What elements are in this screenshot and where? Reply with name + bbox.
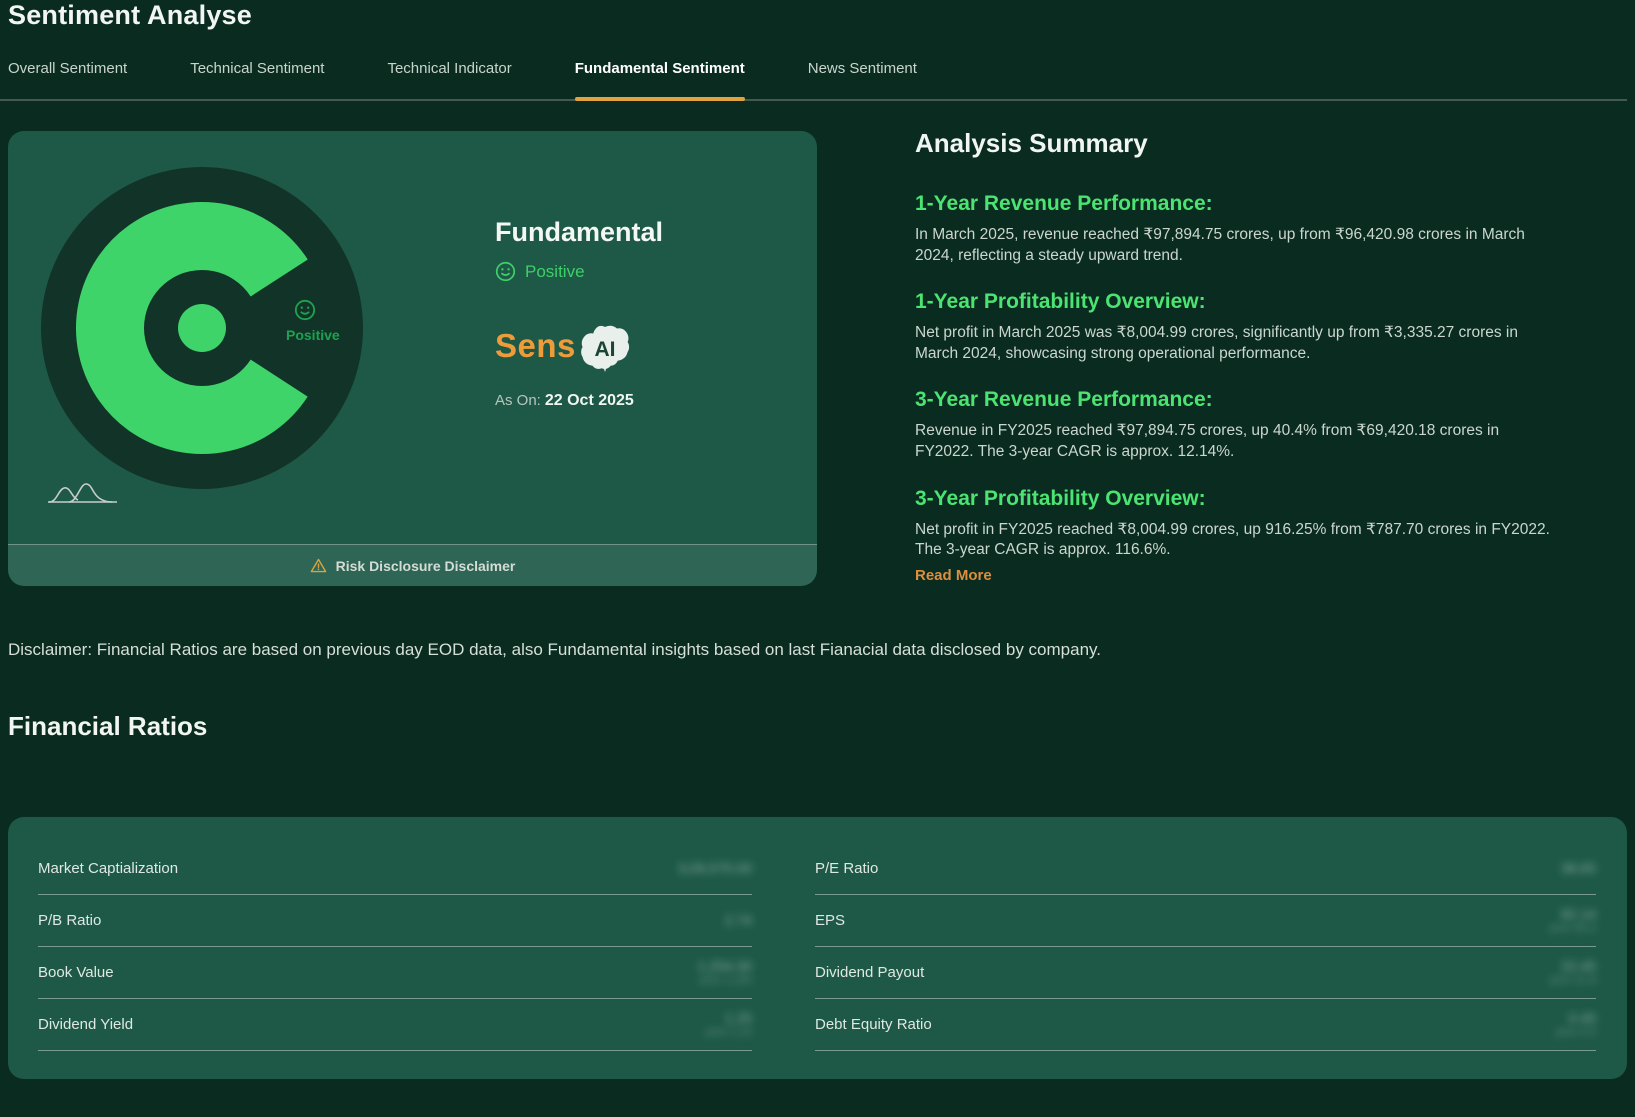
ratio-value-obscured: 38.65 xyxy=(1561,861,1596,876)
analysis-summary-title: Analysis Summary xyxy=(915,128,1560,159)
ratio-value-obscured: 22.45 xyxy=(1561,959,1596,974)
gauge-positive-indicator: Positive xyxy=(286,299,376,343)
ratio-subvalue-obscured: prev 1,180 xyxy=(700,974,752,986)
sentiment-status-label: Positive xyxy=(525,262,585,282)
sensai-logo: Sens AI xyxy=(495,322,663,370)
svg-text:AI: AI xyxy=(594,338,615,361)
smiley-icon xyxy=(294,299,316,321)
warning-triangle-icon xyxy=(310,557,327,574)
gauge-label: Positive xyxy=(286,327,340,343)
tab-fundamental-sentiment[interactable]: Fundamental Sentiment xyxy=(575,60,745,99)
risk-disclosure-label: Risk Disclosure Disclaimer xyxy=(336,558,516,574)
page-title: Sentiment Analyse xyxy=(8,0,252,31)
financial-ratios-card: Market Captialization 3,09,575.00 P/B Ra… xyxy=(8,817,1627,1079)
section-body-1y-revenue: In March 2025, revenue reached ₹97,894.7… xyxy=(915,225,1560,266)
ratio-row-eps: EPS 82.14 prev 80.2 xyxy=(815,895,1596,947)
ratio-value-obscured: 82.14 xyxy=(1561,907,1596,922)
ratio-label: P/E Ratio xyxy=(815,860,878,877)
ratios-column-left: Market Captialization 3,09,575.00 P/B Ra… xyxy=(38,843,752,1051)
section-body-1y-profitability: Net profit in March 2025 was ₹8,004.99 c… xyxy=(915,323,1560,364)
fundamental-sentiment-card: Positive Fundamental Positive Sens AI xyxy=(8,131,817,586)
section-body-3y-profitability: Net profit in FY2025 reached ₹8,004.99 c… xyxy=(915,520,1560,561)
read-more-link[interactable]: Read More xyxy=(915,567,992,584)
ratio-label: Dividend Payout xyxy=(815,964,924,981)
mountain-watermark-icon xyxy=(45,481,121,507)
financial-ratios-title: Financial Ratios xyxy=(8,711,207,742)
section-heading-1y-revenue: 1-Year Revenue Performance: xyxy=(915,192,1560,216)
section-heading-3y-profitability: 3-Year Profitability Overview: xyxy=(915,487,1560,511)
smiley-icon xyxy=(495,261,516,282)
ratio-row-pb-ratio: P/B Ratio 2.74 xyxy=(38,895,752,947)
ratio-label: Dividend Yield xyxy=(38,1016,133,1033)
ratio-subvalue-obscured: prev 0.5 xyxy=(1556,1026,1596,1038)
ratio-value-obscured: 3,09,575.00 xyxy=(678,861,752,876)
as-on-date: As On:22 Oct 2025 xyxy=(495,392,663,410)
ratios-column-right: P/E Ratio 38.65 EPS 82.14 prev 80.2 Divi… xyxy=(815,843,1596,1051)
ratio-row-dividend-payout: Dividend Payout 22.45 prev 21.8 xyxy=(815,947,1596,999)
sentiment-status: Positive xyxy=(495,261,663,282)
ratio-row-market-capitalization: Market Captialization 3,09,575.00 xyxy=(38,843,752,895)
disclaimer-text: Disclaimer: Financial Ratios are based o… xyxy=(8,640,1608,660)
ratio-value-obscured: 0.45 xyxy=(1569,1011,1596,1026)
ratio-subvalue-obscured: prev 80.2 xyxy=(1550,922,1596,934)
ratio-subvalue-obscured: prev 1.10 xyxy=(706,1026,752,1038)
ratio-label: Debt Equity Ratio xyxy=(815,1016,932,1033)
sentiment-summary-block: Fundamental Positive Sens AI As On:22 Oc… xyxy=(495,217,663,410)
tab-technical-sentiment[interactable]: Technical Sentiment xyxy=(190,60,324,99)
section-heading-1y-profitability: 1-Year Profitability Overview: xyxy=(915,290,1560,314)
section-heading-3y-revenue: 3-Year Revenue Performance: xyxy=(915,388,1560,412)
ratio-label: Market Captialization xyxy=(38,860,178,877)
ratio-label: EPS xyxy=(815,912,845,929)
tab-news-sentiment[interactable]: News Sentiment xyxy=(808,60,917,99)
sentiment-title: Fundamental xyxy=(495,217,663,248)
tab-bar: Overall Sentiment Technical Sentiment Te… xyxy=(0,60,1627,101)
ratio-value-obscured: 1,254.30 xyxy=(698,959,753,974)
ratio-label: Book Value xyxy=(38,964,114,981)
risk-disclosure-link[interactable]: Risk Disclosure Disclaimer xyxy=(8,544,817,586)
analysis-summary: Analysis Summary 1-Year Revenue Performa… xyxy=(915,128,1560,585)
ratio-row-book-value: Book Value 1,254.30 prev 1,180 xyxy=(38,947,752,999)
tab-overall-sentiment[interactable]: Overall Sentiment xyxy=(8,60,127,99)
ai-brain-icon: AI xyxy=(578,325,632,373)
ratio-label: P/B Ratio xyxy=(38,912,101,929)
ratio-row-pe-ratio: P/E Ratio 38.65 xyxy=(815,843,1596,895)
ratio-value-obscured: 2.74 xyxy=(725,913,752,928)
ratio-row-dividend-yield: Dividend Yield 1.25 prev 1.10 xyxy=(38,999,752,1051)
tab-technical-indicator[interactable]: Technical Indicator xyxy=(387,60,511,99)
section-body-3y-revenue: Revenue in FY2025 reached ₹97,894.75 cro… xyxy=(915,421,1560,462)
sensai-logo-text: Sens xyxy=(495,327,576,365)
ratio-value-obscured: 1.25 xyxy=(725,1011,752,1026)
ratio-row-debt-equity-ratio: Debt Equity Ratio 0.45 prev 0.5 xyxy=(815,999,1596,1051)
ratio-subvalue-obscured: prev 21.8 xyxy=(1550,974,1596,986)
